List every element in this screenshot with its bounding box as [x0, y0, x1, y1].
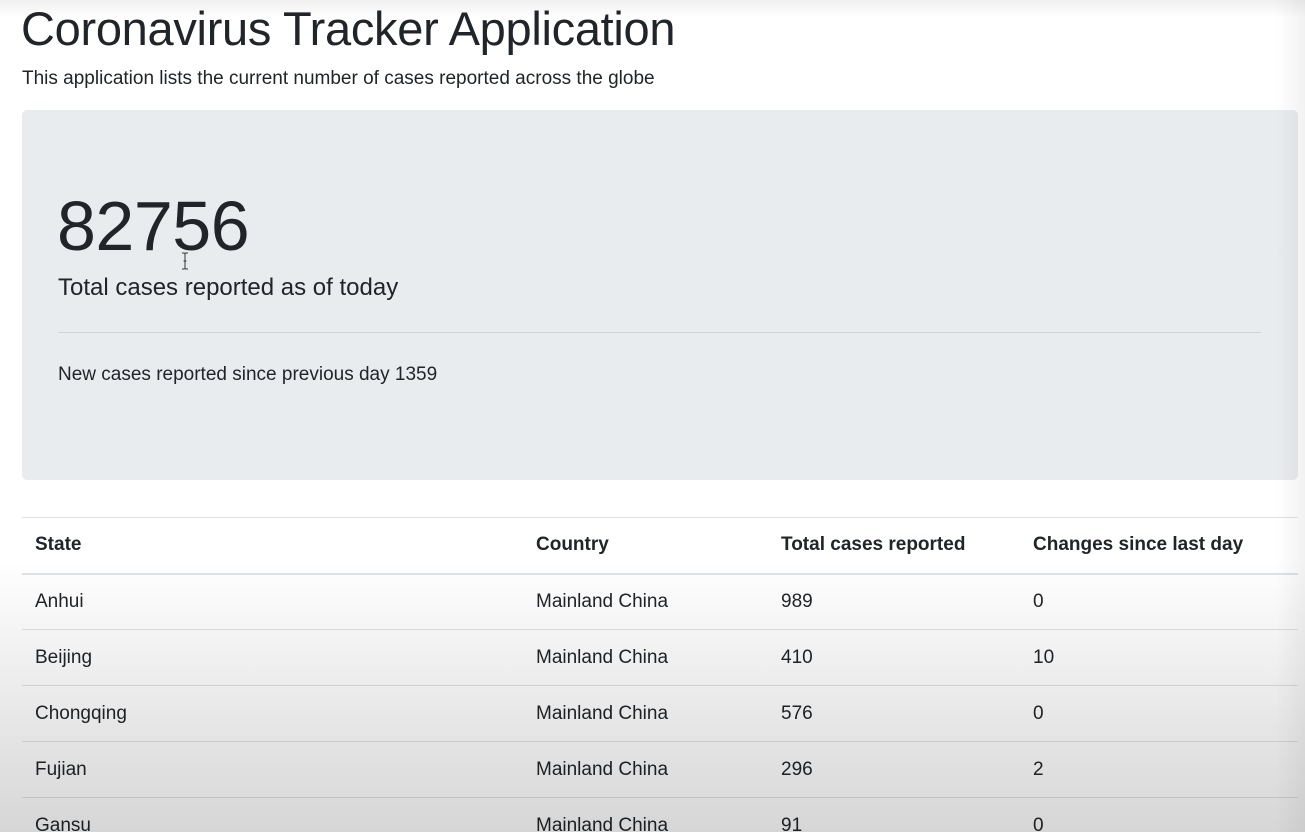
page: Coronavirus Tracker Application This app…: [0, 0, 1305, 832]
cell-state: Anhui: [22, 573, 523, 630]
cell-changes: 0: [1020, 685, 1298, 742]
cell-changes: 0: [1020, 797, 1298, 832]
cell-changes: 0: [1020, 573, 1298, 630]
column-header-state[interactable]: State: [22, 517, 523, 575]
cell-state: Gansu: [22, 797, 523, 832]
column-header-total-cases[interactable]: Total cases reported: [768, 517, 1020, 575]
cell-changes: 10: [1020, 629, 1298, 686]
cell-total-cases: 296: [768, 741, 1020, 798]
total-cases-number: 82756: [57, 187, 250, 265]
cell-country: Mainland China: [523, 685, 768, 742]
cell-total-cases: 91: [768, 797, 1020, 832]
cell-country: Mainland China: [523, 629, 768, 686]
column-header-changes[interactable]: Changes since last day: [1020, 517, 1298, 575]
page-subtitle: This application lists the current numbe…: [22, 68, 655, 89]
new-cases-value: 1359: [394, 364, 438, 385]
text-cursor-icon: [182, 252, 188, 270]
cell-country: Mainland China: [523, 797, 768, 832]
cell-state: Chongqing: [22, 685, 523, 742]
cases-table: State Country Total cases reported Chang…: [22, 517, 1298, 832]
table-row: Anhui Mainland China 989 0: [22, 573, 1298, 630]
table-row: Gansu Mainland China 91 0: [22, 797, 1298, 832]
total-cases-label: Total cases reported as of today: [58, 274, 399, 301]
cell-state: Fujian: [22, 741, 523, 798]
cell-country: Mainland China: [523, 741, 768, 798]
table-header-row: State Country Total cases reported Chang…: [22, 517, 1298, 575]
cell-total-cases: 576: [768, 685, 1020, 742]
summary-jumbotron: 82756 Total cases reported as of today N…: [22, 110, 1298, 480]
summary-divider: [58, 332, 1261, 333]
cell-changes: 2: [1020, 741, 1298, 798]
table-row: Chongqing Mainland China 576 0: [22, 685, 1298, 742]
column-header-country[interactable]: Country: [523, 517, 768, 575]
cell-state: Beijing: [22, 629, 523, 686]
cell-total-cases: 989: [768, 573, 1020, 630]
new-cases-text: New cases reported since previous day 13…: [58, 362, 437, 388]
page-title: Coronavirus Tracker Application: [21, 2, 676, 55]
cell-country: Mainland China: [523, 573, 768, 630]
table-row: Fujian Mainland China 296 2: [22, 741, 1298, 798]
cell-total-cases: 410: [768, 629, 1020, 686]
table-row: Beijing Mainland China 410 10: [22, 629, 1298, 686]
new-cases-label: New cases reported since previous day: [58, 364, 390, 385]
